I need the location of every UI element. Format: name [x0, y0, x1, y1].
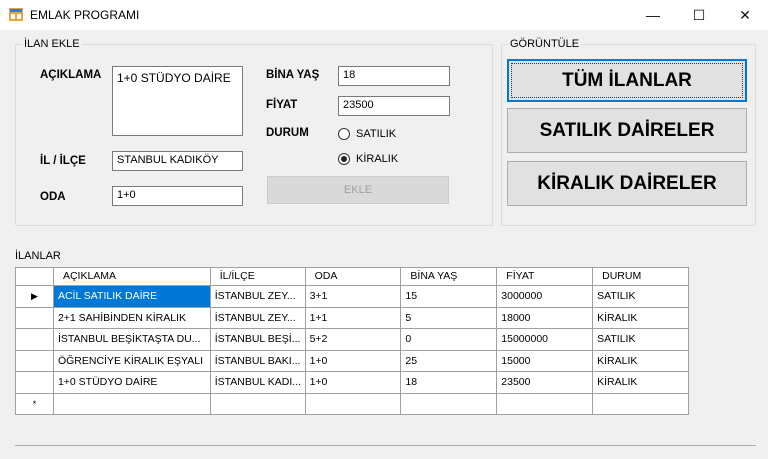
radio-satilik-label: SATILIK — [356, 128, 397, 140]
table-cell[interactable]: SATILIK — [593, 286, 689, 308]
table-cell[interactable]: 25 — [401, 350, 498, 372]
table-cell[interactable] — [210, 393, 306, 415]
table-cell[interactable]: 1+1 — [305, 307, 402, 329]
table-cell[interactable] — [305, 393, 402, 415]
oda-input[interactable]: 1+0 — [112, 186, 243, 206]
table-cell[interactable]: KİRALIK — [593, 307, 689, 329]
il-ilce-input[interactable]: STANBUL KADIKÖY — [112, 151, 243, 171]
table-cell[interactable]: ACİL SATILIK DAİRE — [53, 286, 211, 308]
table-cell[interactable]: İSTANBUL KADI... — [210, 372, 306, 394]
table-row[interactable]: ▶ ACİL SATILIK DAİRE İSTANBUL ZEY... 3+1… — [16, 286, 689, 308]
table-cell[interactable]: 18 — [401, 372, 498, 394]
aciklama-label: AÇIKLAMA — [40, 69, 102, 81]
goruntule-group-label: GÖRÜNTÜLE — [508, 38, 582, 50]
column-header-aciklama[interactable]: AÇIKLAMA — [53, 268, 211, 286]
il-ilce-label: İL / İLÇE — [40, 155, 86, 167]
table-cell[interactable]: İSTANBUL ZEY... — [210, 307, 306, 329]
table-cell[interactable]: SATILIK — [593, 329, 689, 351]
ilanlar-group-label: İLANLAR — [15, 250, 61, 262]
table-row[interactable]: 2+1 SAHİBİNDEN KİRALIK İSTANBUL ZEY... 1… — [16, 307, 689, 329]
table-cell[interactable]: 3+1 — [305, 286, 402, 308]
close-button[interactable]: ✕ — [722, 0, 768, 30]
radio-kiralik[interactable]: KİRALIK — [338, 153, 398, 165]
table-cell[interactable]: 15000 — [497, 350, 594, 372]
table-cell[interactable]: 5 — [401, 307, 498, 329]
header-corner — [16, 268, 54, 286]
tum-ilanlar-button[interactable]: TÜM İLANLAR — [507, 59, 747, 102]
new-row[interactable]: * — [16, 393, 689, 415]
table-cell[interactable]: 18000 — [497, 307, 594, 329]
ilanlar-group-bottom-border — [15, 445, 756, 446]
ilan-ekle-group-label: İLAN EKLE — [22, 38, 82, 50]
table-cell[interactable]: İSTANBUL BEŞİ... — [210, 329, 306, 351]
table-row[interactable]: ÖĞRENCİYE KİRALIK EŞYALI İSTANBUL BAKI..… — [16, 350, 689, 372]
row-header[interactable] — [16, 329, 54, 351]
row-header[interactable] — [16, 307, 54, 329]
kiralik-daireler-button[interactable]: KİRALIK DAİRELER — [507, 161, 747, 206]
table-cell[interactable]: ÖĞRENCİYE KİRALIK EŞYALI — [53, 350, 211, 372]
radio-kiralik-circle[interactable] — [338, 153, 350, 165]
aciklama-textarea[interactable]: 1+0 STÜDYO DAİRE — [112, 66, 243, 136]
table-cell[interactable] — [53, 393, 211, 415]
minimize-button[interactable]: — — [630, 0, 676, 30]
ilanlar-grid[interactable]: AÇIKLAMA İL/İLÇE ODA BİNA YAŞ FİYAT DURU… — [15, 267, 689, 415]
table-cell[interactable]: KİRALIK — [593, 350, 689, 372]
window-title: EMLAK PROGRAMI — [30, 8, 140, 22]
satilik-daireler-button[interactable]: SATILIK DAİRELER — [507, 108, 747, 153]
row-header[interactable] — [16, 350, 54, 372]
title-bar: EMLAK PROGRAMI — ☐ ✕ — [0, 0, 768, 30]
table-cell[interactable]: 23500 — [497, 372, 594, 394]
table-cell[interactable]: İSTANBUL ZEY... — [210, 286, 306, 308]
column-header-bina-yas[interactable]: BİNA YAŞ — [401, 268, 498, 286]
table-cell[interactable]: İSTANBUL BEŞİKTAŞTA DU... — [53, 329, 211, 351]
radio-kiralik-label: KİRALIK — [356, 153, 399, 165]
table-cell[interactable]: 5+2 — [305, 329, 402, 351]
table-cell[interactable]: İSTANBUL BAKI... — [210, 350, 306, 372]
table-row[interactable]: İSTANBUL BEŞİKTAŞTA DU... İSTANBUL BEŞİ.… — [16, 329, 689, 351]
new-row-marker-icon[interactable]: * — [16, 393, 54, 415]
app-icon — [9, 8, 23, 21]
column-header-fiyat[interactable]: FİYAT — [497, 268, 594, 286]
table-cell[interactable]: 2+1 SAHİBİNDEN KİRALIK — [53, 307, 211, 329]
table-cell[interactable]: 0 — [401, 329, 498, 351]
radio-satilik[interactable]: SATILIK — [338, 128, 396, 140]
grid-header-row: AÇIKLAMA İL/İLÇE ODA BİNA YAŞ FİYAT DURU… — [16, 268, 689, 286]
table-cell[interactable]: 1+0 — [305, 350, 402, 372]
maximize-button[interactable]: ☐ — [676, 0, 722, 30]
current-row-marker-icon[interactable]: ▶ — [16, 286, 54, 308]
oda-label: ODA — [40, 191, 66, 203]
table-cell[interactable]: 3000000 — [497, 286, 594, 308]
table-cell[interactable] — [401, 393, 498, 415]
fiyat-label: FİYAT — [266, 99, 298, 111]
column-header-durum[interactable]: DURUM — [593, 268, 689, 286]
table-cell[interactable] — [497, 393, 594, 415]
table-cell[interactable]: KİRALIK — [593, 372, 689, 394]
column-header-il-ilce[interactable]: İL/İLÇE — [210, 268, 306, 286]
table-cell[interactable]: 15000000 — [497, 329, 594, 351]
bina-yas-input[interactable]: 18 — [338, 66, 450, 86]
table-cell[interactable] — [593, 393, 689, 415]
bina-yas-label: BİNA YAŞ — [266, 69, 320, 81]
table-cell[interactable]: 1+0 STÜDYO DAİRE — [53, 372, 211, 394]
radio-satilik-circle[interactable] — [338, 128, 350, 140]
table-cell[interactable]: 1+0 — [305, 372, 402, 394]
column-header-oda[interactable]: ODA — [305, 268, 402, 286]
row-header[interactable] — [16, 372, 54, 394]
table-cell[interactable]: 15 — [401, 286, 498, 308]
fiyat-input[interactable]: 23500 — [338, 96, 450, 116]
durum-label: DURUM — [266, 127, 309, 139]
ekle-button[interactable]: EKLE — [267, 176, 449, 204]
table-row[interactable]: 1+0 STÜDYO DAİRE İSTANBUL KADI... 1+0 18… — [16, 372, 689, 394]
